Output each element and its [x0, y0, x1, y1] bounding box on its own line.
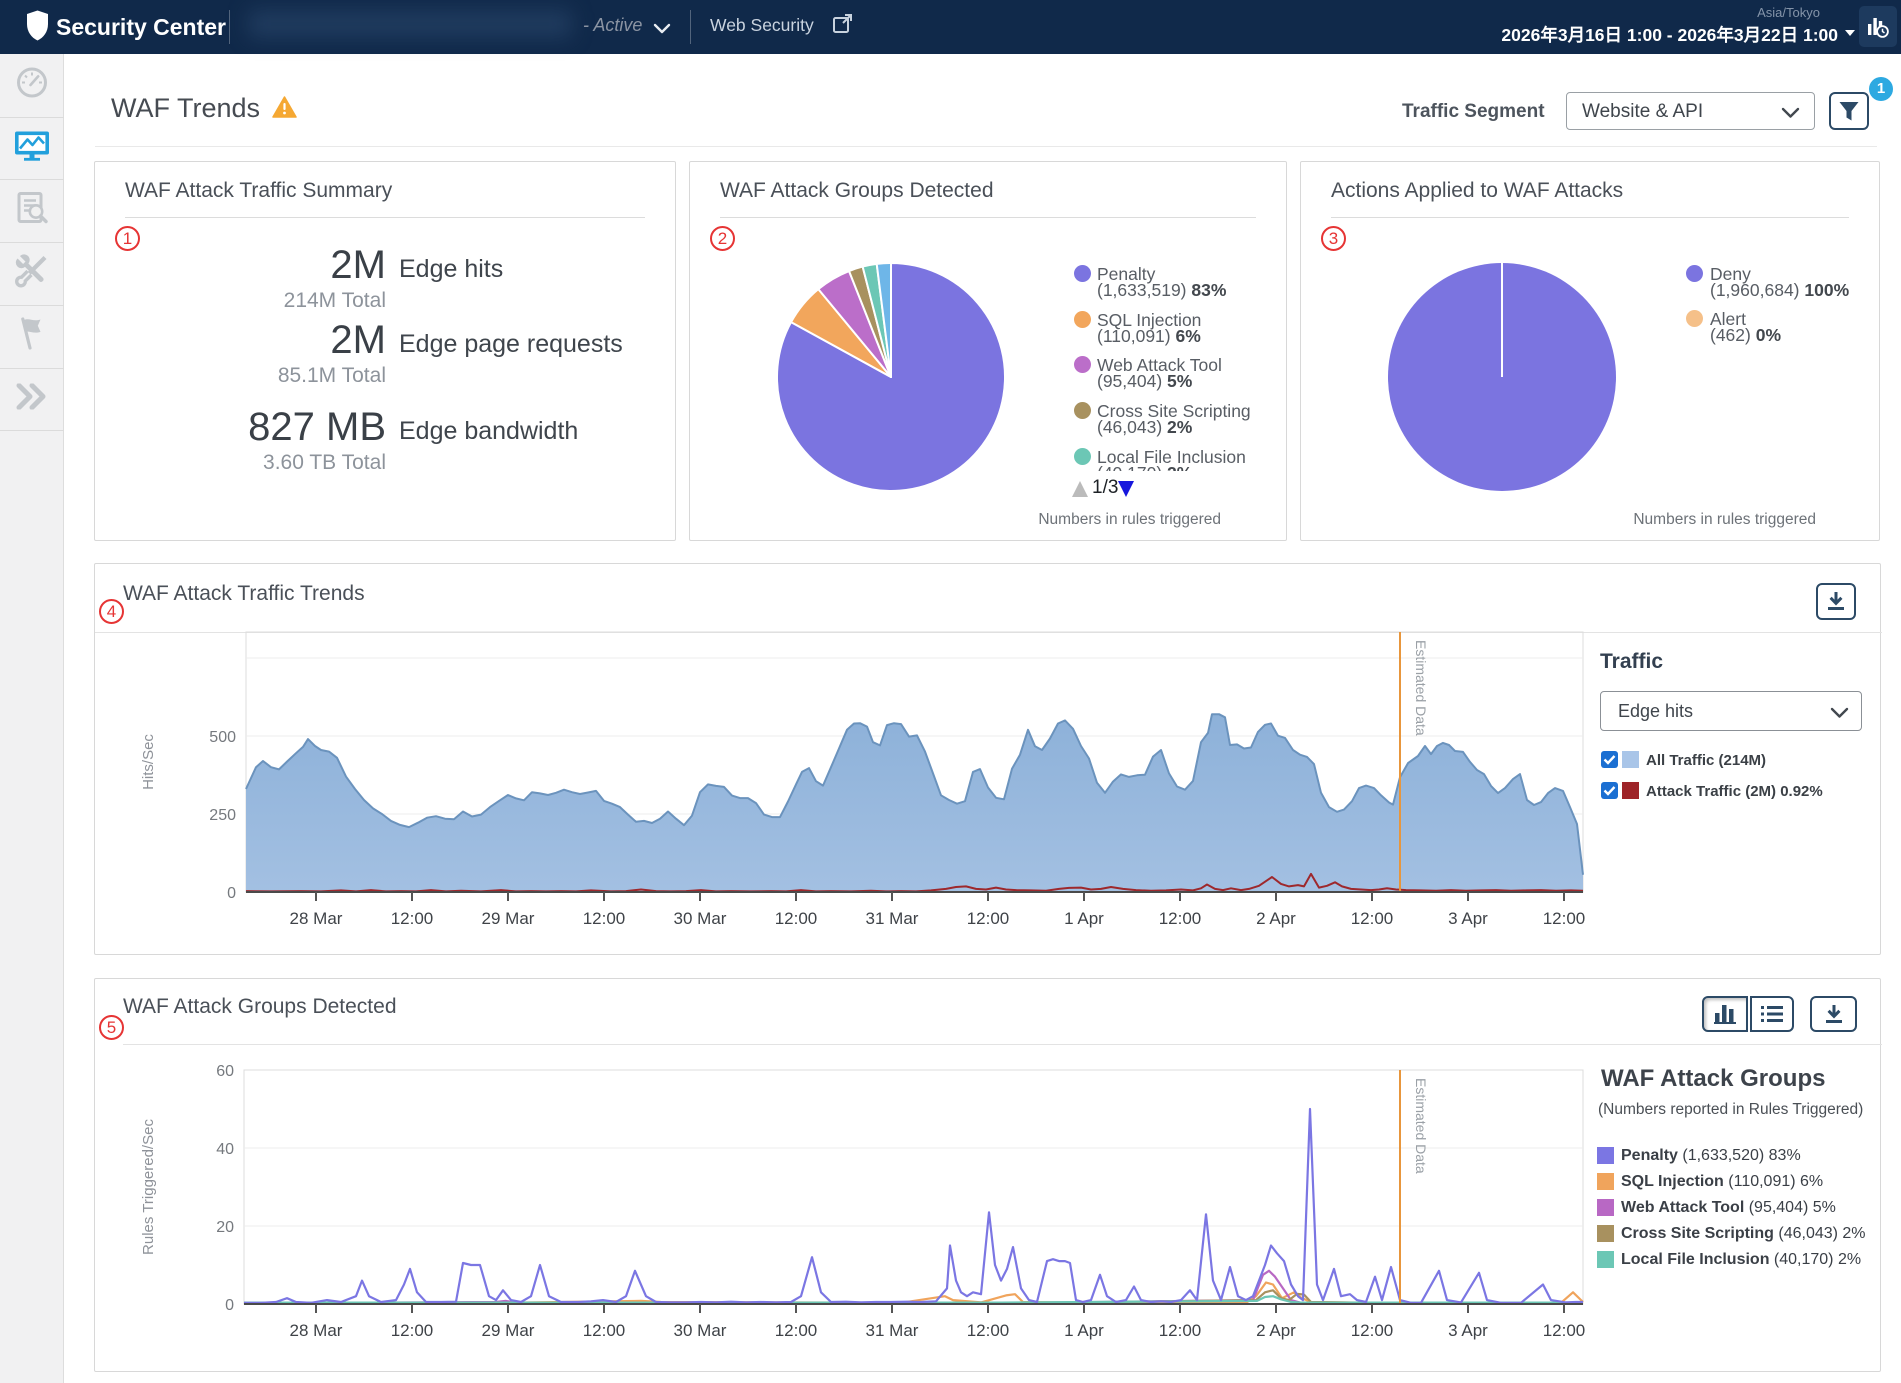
svg-text:12:00: 12:00	[1351, 909, 1394, 928]
svg-text:3 Apr: 3 Apr	[1448, 1321, 1488, 1340]
svg-text:0: 0	[225, 1297, 234, 1314]
svg-text:12:00: 12:00	[583, 1321, 626, 1340]
svg-text:12:00: 12:00	[967, 909, 1010, 928]
svg-text:12:00: 12:00	[583, 909, 626, 928]
svg-text:12:00: 12:00	[391, 1321, 434, 1340]
svg-text:1 Apr: 1 Apr	[1064, 1321, 1104, 1340]
svg-text:60: 60	[216, 1063, 234, 1080]
svg-text:29 Mar: 29 Mar	[482, 1321, 535, 1340]
svg-text:1 Apr: 1 Apr	[1064, 909, 1104, 928]
svg-text:31 Mar: 31 Mar	[866, 1321, 919, 1340]
svg-text:12:00: 12:00	[1159, 909, 1202, 928]
svg-text:Hits/Sec: Hits/Sec	[140, 734, 157, 790]
svg-text:2 Apr: 2 Apr	[1256, 909, 1296, 928]
svg-text:12:00: 12:00	[775, 1321, 818, 1340]
svg-text:12:00: 12:00	[391, 909, 434, 928]
svg-text:30 Mar: 30 Mar	[674, 909, 727, 928]
svg-text:2 Apr: 2 Apr	[1256, 1321, 1296, 1340]
svg-text:12:00: 12:00	[775, 909, 818, 928]
svg-text:3 Apr: 3 Apr	[1448, 909, 1488, 928]
svg-text:12:00: 12:00	[1543, 1321, 1586, 1340]
svg-text:12:00: 12:00	[1543, 909, 1586, 928]
svg-text:28 Mar: 28 Mar	[290, 1321, 343, 1340]
svg-text:500: 500	[209, 729, 236, 746]
svg-text:0: 0	[227, 885, 236, 902]
svg-text:12:00: 12:00	[1159, 1321, 1202, 1340]
svg-text:31 Mar: 31 Mar	[866, 909, 919, 928]
svg-text:Estimated Data: Estimated Data	[1413, 640, 1429, 736]
svg-text:Rules Triggered/Sec: Rules Triggered/Sec	[140, 1119, 157, 1255]
svg-text:29 Mar: 29 Mar	[482, 909, 535, 928]
svg-text:Estimated Data: Estimated Data	[1413, 1078, 1429, 1174]
svg-text:12:00: 12:00	[967, 1321, 1010, 1340]
svg-text:12:00: 12:00	[1351, 1321, 1394, 1340]
svg-text:28 Mar: 28 Mar	[290, 909, 343, 928]
svg-text:40: 40	[216, 1141, 234, 1158]
svg-text:250: 250	[209, 807, 236, 824]
svg-text:30 Mar: 30 Mar	[674, 1321, 727, 1340]
svg-text:20: 20	[216, 1219, 234, 1236]
